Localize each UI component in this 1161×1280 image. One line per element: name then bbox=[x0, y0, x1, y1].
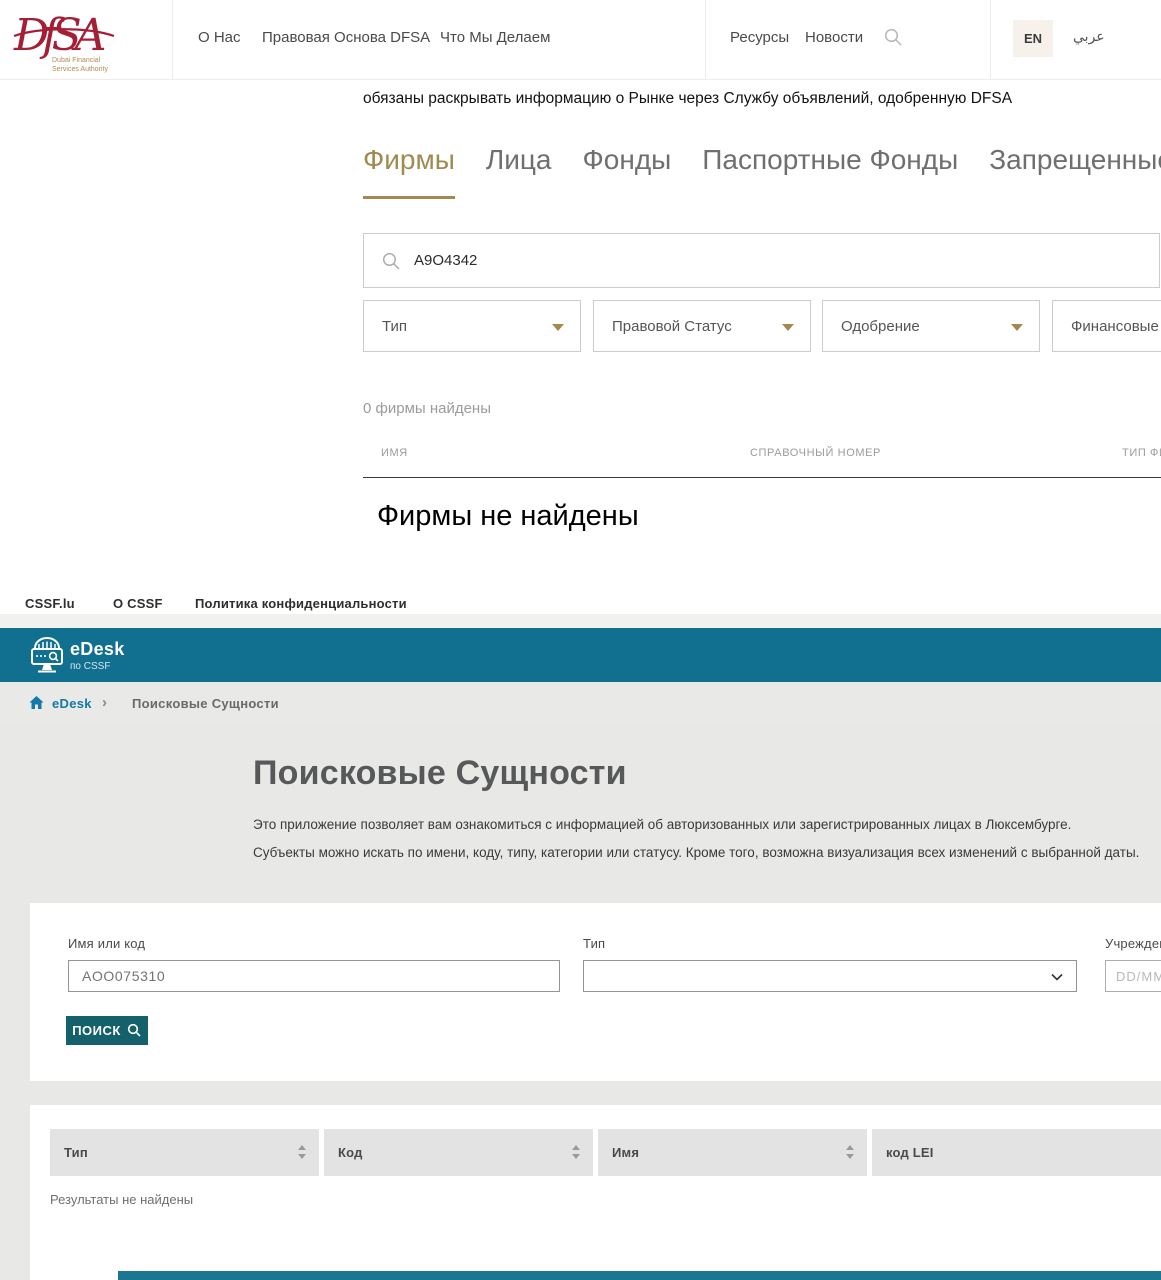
filter-label: Правовой Статус bbox=[612, 318, 732, 335]
sort-icon[interactable] bbox=[845, 1145, 855, 1165]
edesk-brand-name[interactable]: eDesk bbox=[70, 639, 125, 660]
home-icon[interactable] bbox=[28, 695, 45, 715]
type-select[interactable] bbox=[583, 960, 1077, 992]
results-count: 0 фирмы найдены bbox=[363, 400, 491, 417]
firm-search-box bbox=[363, 233, 1160, 288]
search-submit-button[interactable]: ПОИСК bbox=[66, 1016, 148, 1045]
tab-funds[interactable]: Фонды bbox=[583, 144, 672, 199]
established-date-label: Учрежден, У bbox=[1105, 936, 1161, 951]
edesk-logo-icon[interactable] bbox=[26, 635, 68, 680]
filter-legal-status-dropdown[interactable]: Правовой Статус bbox=[593, 300, 811, 352]
column-header-name: ИМЯ bbox=[381, 447, 408, 459]
search-icon bbox=[127, 1023, 141, 1037]
search-icon bbox=[382, 252, 400, 270]
divider bbox=[0, 614, 1161, 628]
column-header-label: Тип bbox=[64, 1145, 88, 1160]
edesk-header-bar: eDesk по CSSF bbox=[0, 628, 1161, 682]
filter-type-dropdown[interactable]: Тип bbox=[363, 300, 581, 352]
header-divider bbox=[172, 0, 173, 80]
market-disclosure-text: обязаны раскрывать информацию о Рынке че… bbox=[363, 90, 1013, 107]
entity-search-form-card: Имя или код Тип Учрежден, У ПОИСК bbox=[30, 903, 1161, 1081]
column-header-name[interactable]: Имя bbox=[598, 1129, 867, 1176]
no-results-message: Результаты не найдены bbox=[50, 1192, 194, 1207]
column-header-code[interactable]: Код bbox=[324, 1129, 593, 1176]
column-header-firm-type: ТИП ФИ bbox=[1122, 447, 1161, 459]
search-icon[interactable] bbox=[884, 28, 903, 52]
bottom-accent-bar bbox=[118, 1271, 1161, 1280]
svg-text:DfSA: DfSA bbox=[13, 10, 105, 61]
breadcrumb-current: Поисковые Сущности bbox=[132, 696, 279, 711]
page-title: Поисковые Сущности bbox=[253, 754, 627, 792]
header-divider bbox=[705, 0, 706, 80]
sort-icon[interactable] bbox=[571, 1145, 581, 1165]
established-date-input[interactable] bbox=[1105, 960, 1161, 992]
results-table-card: Тип Код Имя код LEI Результаты не найден… bbox=[30, 1105, 1161, 1280]
tab-firms[interactable]: Фирмы bbox=[363, 144, 455, 199]
chevron-down-icon bbox=[1051, 973, 1063, 981]
chevron-right-icon: › bbox=[102, 694, 107, 711]
dfsa-tabs: Фирмы Лица Фонды Паспортные Фонды Запрещ… bbox=[363, 144, 1161, 199]
filter-label: Финансовые У bbox=[1071, 318, 1161, 335]
nav-item-legal-framework[interactable]: Правовая Основа DFSA bbox=[262, 29, 430, 46]
language-toggle-en[interactable]: EN bbox=[1013, 20, 1053, 57]
edesk-main-content: Поисковые Сущности Это приложение позвол… bbox=[0, 724, 1161, 1280]
name-or-code-label: Имя или код bbox=[68, 936, 146, 951]
tab-passported-funds[interactable]: Паспортные Фонды bbox=[702, 144, 958, 199]
breadcrumb-link-edesk[interactable]: eDesk bbox=[52, 696, 92, 711]
column-header-reference-number: СПРАВОЧНЫЙ НОМЕР bbox=[750, 447, 881, 459]
chevron-down-icon bbox=[782, 324, 794, 331]
svg-text:Services Authority: Services Authority bbox=[52, 66, 109, 73]
cssf-footer-links: CSSF.lu О CSSF Политика конфиденциальнос… bbox=[0, 594, 1161, 614]
filter-endorsement-dropdown[interactable]: Одобрение bbox=[822, 300, 1040, 352]
firm-search-input[interactable] bbox=[414, 234, 1144, 287]
column-header-label: Код bbox=[338, 1145, 363, 1160]
app-description-line2: Субъекты можно искать по имени, коду, ти… bbox=[253, 845, 1140, 860]
svg-text:Dubai Financial: Dubai Financial bbox=[52, 57, 101, 64]
filter-label: Одобрение bbox=[841, 318, 920, 335]
footer-link-cssf-lu[interactable]: CSSF.lu bbox=[25, 596, 75, 611]
header-divider bbox=[990, 0, 991, 80]
column-header-label: Имя bbox=[612, 1145, 640, 1160]
column-header-label: код LEI bbox=[886, 1145, 934, 1160]
sort-icon[interactable] bbox=[297, 1145, 307, 1165]
dfsa-logo[interactable]: DfSA Dubai Financial Services Authority bbox=[10, 4, 120, 81]
nav-item-news[interactable]: Новости bbox=[805, 29, 863, 46]
filter-financial-services-dropdown[interactable]: Финансовые У bbox=[1052, 300, 1161, 352]
dfsa-section: DfSA Dubai Financial Services Authority … bbox=[0, 0, 1161, 594]
chevron-down-icon bbox=[1011, 324, 1023, 331]
breadcrumb: eDesk › Поисковые Сущности bbox=[0, 682, 1161, 724]
no-firms-found-message: Фирмы не найдены bbox=[377, 500, 639, 532]
footer-link-about-cssf[interactable]: О CSSF bbox=[113, 596, 163, 611]
language-toggle-arabic[interactable]: عربي bbox=[1073, 28, 1105, 45]
app-description-line1: Это приложение позволяет вам ознакомитьс… bbox=[253, 817, 1072, 832]
column-header-lei-code: код LEI bbox=[872, 1129, 1161, 1176]
column-header-type[interactable]: Тип bbox=[50, 1129, 319, 1176]
dfsa-header: DfSA Dubai Financial Services Authority … bbox=[0, 0, 1161, 80]
nav-item-what-we-do[interactable]: Что Мы Делаем bbox=[440, 29, 550, 46]
footer-link-privacy-policy[interactable]: Политика конфиденциальности bbox=[195, 596, 407, 611]
nav-item-about[interactable]: О Нас bbox=[198, 29, 241, 46]
edesk-brand-subtitle: по CSSF bbox=[70, 661, 111, 672]
tab-prohibited[interactable]: Запрещенные/ bbox=[989, 144, 1161, 199]
firms-table-header: ИМЯ СПРАВОЧНЫЙ НОМЕР ТИП ФИ bbox=[363, 443, 1161, 478]
type-label: Тип bbox=[583, 936, 606, 951]
filter-label: Тип bbox=[382, 318, 408, 335]
search-button-label: ПОИСК bbox=[72, 1023, 121, 1038]
chevron-down-icon bbox=[552, 324, 564, 331]
name-or-code-input[interactable] bbox=[68, 960, 560, 992]
nav-item-resources[interactable]: Ресурсы bbox=[730, 29, 789, 46]
tab-individuals[interactable]: Лица bbox=[486, 144, 552, 199]
